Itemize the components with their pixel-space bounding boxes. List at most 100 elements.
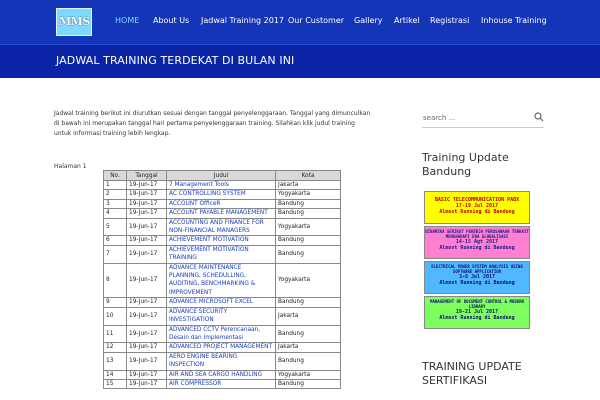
cell-tanggal: 19-Jun-17 — [126, 244, 167, 264]
training-banner[interactable]: DINAMIKA SERIKAT PEKERJA PERUSAHAAN TERK… — [424, 226, 530, 259]
training-banner[interactable]: BASIC TELECOMMUNICATION PABX 17-19 Jul 20… — [424, 191, 530, 224]
cell-judul-link[interactable]: ADVANCED CCTV Perencanaan, Desain dan Im… — [166, 324, 276, 344]
cell-judul-link[interactable]: AIR AND SEA CARGO HANDLING — [166, 369, 276, 380]
cell-tanggal: 19-Jun-17 — [126, 369, 167, 380]
banner-status: Almost Running di Bandung — [439, 245, 515, 251]
cell-kota: Jakarta — [275, 306, 341, 326]
widget-title-bandung: Training Update Bandung — [422, 151, 509, 178]
nav-artikel[interactable]: Artikel — [394, 16, 420, 25]
cell-no: 5 — [103, 217, 127, 237]
table-row: 7 19-Jun-17 ACHIEVEMENT MOTIVATION TRAININ… — [103, 244, 341, 264]
cell-kota: Yogyakarta — [275, 189, 341, 200]
cell-tanggal: 19-Jun-17 — [126, 198, 167, 210]
header-kota: Kota — [275, 170, 341, 181]
cell-tanggal: 19-Jun-17 — [126, 208, 167, 219]
banner-title: BASIC TELECOMMUNICATION PABX — [434, 197, 520, 203]
logo-text: MMS — [59, 15, 90, 28]
search-box[interactable]: search ... — [422, 111, 544, 128]
cell-tanggal: 19-Jun-17 — [126, 235, 167, 246]
intro-text: Jadwal training berikut ini diurutkan se… — [54, 110, 371, 137]
cell-kota: Bandung — [275, 297, 341, 308]
table-header-row: No. Tanggal Judul Kota — [103, 170, 341, 181]
search-input[interactable]: search ... — [423, 114, 455, 122]
nav-our-customer[interactable]: Our Customer — [288, 16, 344, 25]
cell-no: 9 — [103, 297, 127, 308]
training-banner[interactable]: ELECTRICAL POWER SYSTEM ANALYSIS USING S… — [424, 261, 530, 294]
widget-title-sertifikasi: TRAINING UPDATE SERTIFIKASI — [422, 360, 522, 387]
table-row: 5 19-Jun-17 ACCOUNTING AND FINANCE FOR NON… — [103, 217, 341, 237]
cell-tanggal: 19-Jun-17 — [126, 297, 167, 308]
banner-title: DINAMIKA SERIKAT PEKERJA PERUSAHAAN TERK… — [425, 229, 529, 239]
training-banner[interactable]: MANAGEMENT OF DOCUMENT CONTROL & MODERN … — [424, 296, 530, 329]
cell-no: 2 — [103, 189, 127, 200]
cell-tanggal: 19-Jun-17 — [126, 342, 167, 353]
cell-judul-link[interactable]: ADVANCE SECURITY INVESTIGATION — [166, 306, 276, 326]
cell-judul-link[interactable]: ACCOUNTING AND FINANCE FOR NON-FINANCIAL… — [166, 217, 276, 237]
table-row: 13 19-Jun-17 AERO ENGINE BEARING INSPECTIO… — [103, 351, 341, 371]
cell-kota: Bandung — [275, 324, 341, 344]
cell-judul-link[interactable]: AC CONTROLLING SYSTEM — [166, 189, 276, 200]
cell-no: 6 — [103, 235, 127, 246]
cell-no: 3 — [103, 198, 127, 210]
cell-no: 15 — [103, 378, 127, 390]
top-navbar: MMS HOME About Us Jadwal Training 2017 O… — [0, 0, 600, 44]
table-row: 8 19-Jun-17 ADVANCE MAINTENANCE PLANNING, … — [103, 262, 341, 299]
cell-tanggal: 19-Jun-17 — [126, 179, 167, 191]
cell-tanggal: 19-Jun-17 — [126, 378, 167, 390]
cell-no: 13 — [103, 351, 127, 371]
cell-no: 7 — [103, 244, 127, 264]
cell-no: 12 — [103, 342, 127, 353]
page-indicator: Halaman 1 — [54, 163, 87, 170]
cell-tanggal: 19-Jun-17 — [126, 306, 167, 326]
table-row: 1 19-Jun-17 7 Management Tools Jakarta — [103, 179, 341, 191]
cell-judul-link[interactable]: ADVANCED PROJECT MANAGEMENT — [166, 342, 276, 353]
cell-judul-link[interactable]: ACCOUNT PAYABLE MANAGEMENT — [166, 208, 276, 219]
banner-title: ELECTRICAL POWER SYSTEM ANALYSIS USING S… — [431, 264, 523, 274]
cell-tanggal: 19-Jun-17 — [126, 351, 167, 371]
nav-jadwal-training[interactable]: Jadwal Training 2017 — [201, 16, 284, 25]
cell-kota: Bandung — [275, 198, 341, 210]
cell-judul-link[interactable]: 7 Management Tools — [166, 179, 276, 191]
cell-no: 10 — [103, 306, 127, 326]
nav-about-us[interactable]: About Us — [153, 16, 189, 25]
cell-tanggal: 19-Jun-17 — [126, 217, 167, 237]
header-judul: Judul — [166, 170, 276, 181]
cell-kota: Bandung — [275, 244, 341, 264]
cell-no: 8 — [103, 262, 127, 299]
site-logo[interactable]: MMS — [56, 8, 92, 36]
table-row: 11 19-Jun-17 ADVANCED CCTV Perencanaan, De… — [103, 324, 341, 344]
nav-inhouse-training[interactable]: Inhouse Training — [481, 16, 547, 25]
training-schedule-table: No. Tanggal Judul Kota 1 19-Jun-17 7 Manag… — [103, 170, 341, 390]
cell-judul-link[interactable]: ACCOUNT OfficeR — [166, 198, 276, 210]
banner-title: MANAGEMENT OF DOCUMENT CONTROL & MODERN … — [430, 299, 524, 309]
table-row: 12 19-Jun-17 ADVANCED PROJECT MANAGEMENT Ja… — [103, 342, 341, 353]
table-row: 2 19-Jun-17 AC CONTROLLING SYSTEM Yogyakart… — [103, 189, 341, 200]
cell-judul-link[interactable]: ACHIEVEMENT MOTIVATION — [166, 235, 276, 246]
table-row: 9 19-Jun-17 ADVANCE MICROSOFT EXCEL Bandung — [103, 297, 341, 308]
cell-judul-link[interactable]: ADVANCE MICROSOFT EXCEL — [166, 297, 276, 308]
cell-judul-link[interactable]: AERO ENGINE BEARING INSPECTION — [166, 351, 276, 371]
cell-kota: Jakarta — [275, 179, 341, 191]
cell-kota: Bandung — [275, 208, 341, 219]
cell-kota: Jakarta — [275, 342, 341, 353]
search-icon[interactable] — [534, 112, 544, 122]
banner-status: Almost Running di Bandung — [439, 280, 515, 286]
cell-kota: Bandung — [275, 351, 341, 371]
banner-status: Almost Running di Bandung — [439, 315, 515, 321]
table-row: 6 19-Jun-17 ACHIEVEMENT MOTIVATION Bandung — [103, 235, 341, 246]
cell-judul-link[interactable]: ADVANCE MAINTENANCE PLANNING, SCHEDULLIN… — [166, 262, 276, 299]
header-no: No. — [103, 170, 127, 181]
table-row: 15 19-Jun-17 AIR COMPRESSOR Bandung — [103, 378, 341, 390]
cell-kota: Bandung — [275, 235, 341, 246]
table-row: 4 19-Jun-17 ACCOUNT PAYABLE MANAGEMENT Band… — [103, 208, 341, 219]
cell-no: 1 — [103, 179, 127, 191]
cell-kota: Yogyakarta — [275, 369, 341, 380]
cell-judul-link[interactable]: AIR COMPRESSOR — [166, 378, 276, 390]
nav-gallery[interactable]: Gallery — [354, 16, 383, 25]
cell-tanggal: 19-Jun-17 — [126, 189, 167, 200]
nav-home[interactable]: HOME — [115, 16, 139, 25]
nav-registrasi[interactable]: Registrasi — [430, 16, 469, 25]
cell-judul-link[interactable]: ACHIEVEMENT MOTIVATION TRAINING — [166, 244, 276, 264]
main-content: Jadwal training berikut ini diurutkan se… — [0, 77, 600, 400]
cell-tanggal: 19-Jun-17 — [126, 262, 167, 299]
